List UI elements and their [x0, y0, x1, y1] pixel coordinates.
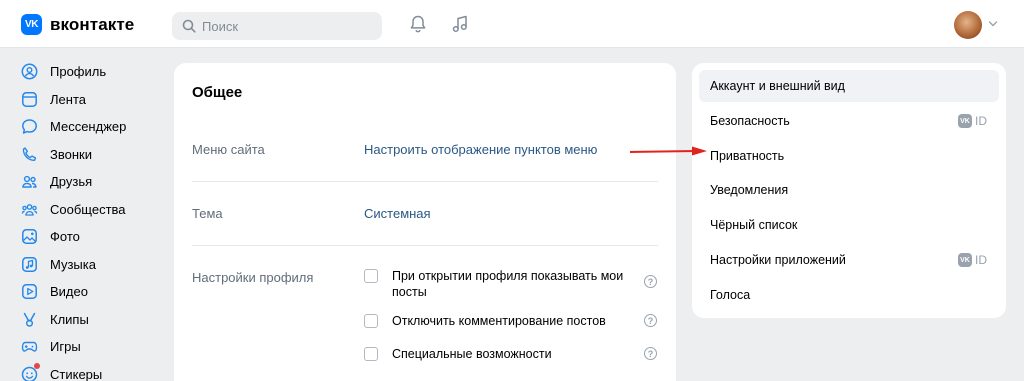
menu-item-notifications[interactable]: Уведомления [699, 174, 999, 206]
search-box[interactable] [172, 12, 382, 40]
search-input[interactable] [202, 18, 362, 34]
vk-logo[interactable]: VK вконтакте [21, 14, 134, 35]
bell-icon[interactable] [408, 14, 428, 34]
calls-icon [20, 145, 38, 163]
nav-label: Клипы [50, 311, 89, 327]
clips-icon [20, 310, 38, 328]
chevron-down-icon[interactable] [988, 20, 998, 28]
theme-label: Тема [192, 206, 223, 221]
nav-item-feed[interactable]: Лента [20, 86, 160, 114]
theme-link[interactable]: Системная [364, 206, 431, 221]
vk-id-icon: VK [958, 114, 972, 128]
music-note-icon[interactable] [450, 14, 470, 34]
nav-label: Друзья [50, 174, 93, 190]
nav-item-friends[interactable]: Друзья [20, 168, 160, 196]
general-settings-card: Общее Меню сайта Настроить отображение п… [174, 63, 676, 381]
annotation-arrow-icon [630, 146, 707, 156]
option-disable-comments[interactable]: Отключить комментирование постов [364, 313, 664, 329]
nav-item-communities[interactable]: Сообщества [20, 196, 160, 224]
help-icon[interactable]: ? [644, 314, 657, 327]
menu-item-label: Аккаунт и внешний вид [710, 79, 845, 93]
menu-item-privacy[interactable]: Приватность [699, 140, 999, 172]
nav-label: Мессенджер [50, 119, 127, 135]
nav-label: Музыка [50, 256, 96, 272]
disable-comments-checkbox[interactable] [364, 314, 378, 328]
vk-id-icon: VK [958, 253, 972, 267]
nav-label: Сообщества [50, 201, 126, 217]
nav-item-clips[interactable]: Клипы [20, 306, 160, 334]
nav-item-games[interactable]: Игры [20, 333, 160, 361]
divider [192, 245, 658, 246]
top-header: VK вконтакте [0, 0, 1024, 48]
video-icon [20, 283, 38, 301]
nav-item-photo[interactable]: Фото [20, 223, 160, 251]
accessibility-checkbox[interactable] [364, 347, 378, 361]
menu-item-app-settings[interactable]: Настройки приложений VK ID [699, 244, 999, 276]
messenger-icon [20, 118, 38, 136]
nav-label: Фото [50, 229, 80, 245]
music-icon [20, 255, 38, 273]
nav-label: Видео [50, 284, 88, 300]
nav-item-messenger[interactable]: Мессенджер [20, 113, 160, 141]
nav-label: Звонки [50, 146, 92, 162]
photo-icon [20, 228, 38, 246]
friends-icon [20, 173, 38, 191]
configure-menu-link[interactable]: Настроить отображение пунктов меню [364, 142, 597, 157]
help-icon[interactable]: ? [644, 275, 657, 288]
show-my-posts-checkbox[interactable] [364, 269, 378, 283]
help-icon[interactable]: ? [644, 347, 657, 360]
games-icon [20, 338, 38, 356]
menu-item-label: Безопасность [710, 114, 790, 128]
nav-label: Профиль [50, 64, 107, 80]
search-icon [182, 19, 196, 33]
option-show-my-posts[interactable]: При открытии профиля показывать мои пост… [364, 268, 664, 300]
page-title: Общее [192, 84, 243, 101]
vk-logo-icon: VK [21, 14, 42, 35]
menu-item-account[interactable]: Аккаунт и внешний вид [699, 70, 999, 102]
left-nav: Профиль Лента Мессенджер Звонки Друзья С… [20, 58, 160, 381]
nav-item-profile[interactable]: Профиль [20, 58, 160, 86]
menu-item-label: Приватность [710, 149, 785, 163]
notification-dot [34, 363, 40, 370]
option-accessibility[interactable]: Специальные возможности [364, 346, 664, 362]
profile-settings-label: Настройки профиля [192, 270, 314, 285]
menu-item-votes[interactable]: Голоса [699, 279, 999, 311]
menu-item-blacklist[interactable]: Чёрный список [699, 209, 999, 241]
feed-icon [20, 90, 38, 108]
vk-logo-text: вконтакте [50, 14, 135, 34]
menu-item-label: Настройки приложений [710, 253, 846, 267]
site-menu-label: Меню сайта [192, 142, 265, 157]
nav-item-music[interactable]: Музыка [20, 251, 160, 279]
stickers-icon [20, 363, 40, 381]
vk-id-label: ID [975, 253, 987, 267]
communities-icon [20, 200, 38, 218]
vk-id-badge: VK ID [958, 253, 987, 267]
menu-item-label: Голоса [710, 288, 751, 302]
divider [192, 181, 658, 182]
nav-label: Лента [50, 91, 86, 107]
option-label: При открытии профиля показывать мои пост… [392, 269, 624, 299]
vk-id-badge: VK ID [958, 114, 987, 128]
nav-label: Стикеры [50, 366, 103, 381]
profile-icon [20, 63, 38, 81]
nav-item-calls[interactable]: Звонки [20, 141, 160, 169]
nav-label: Игры [50, 339, 81, 355]
menu-item-label: Уведомления [710, 183, 789, 197]
option-label: Специальные возможности [392, 347, 552, 361]
nav-item-stickers[interactable]: Стикеры [20, 361, 160, 381]
nav-item-video[interactable]: Видео [20, 278, 160, 306]
option-label: Отключить комментирование постов [392, 314, 606, 328]
settings-menu: Аккаунт и внешний вид Безопасность VK ID… [692, 63, 1006, 318]
avatar[interactable] [954, 11, 982, 39]
menu-item-security[interactable]: Безопасность VK ID [699, 105, 999, 137]
vk-id-label: ID [975, 114, 987, 128]
menu-item-label: Чёрный список [710, 218, 798, 232]
